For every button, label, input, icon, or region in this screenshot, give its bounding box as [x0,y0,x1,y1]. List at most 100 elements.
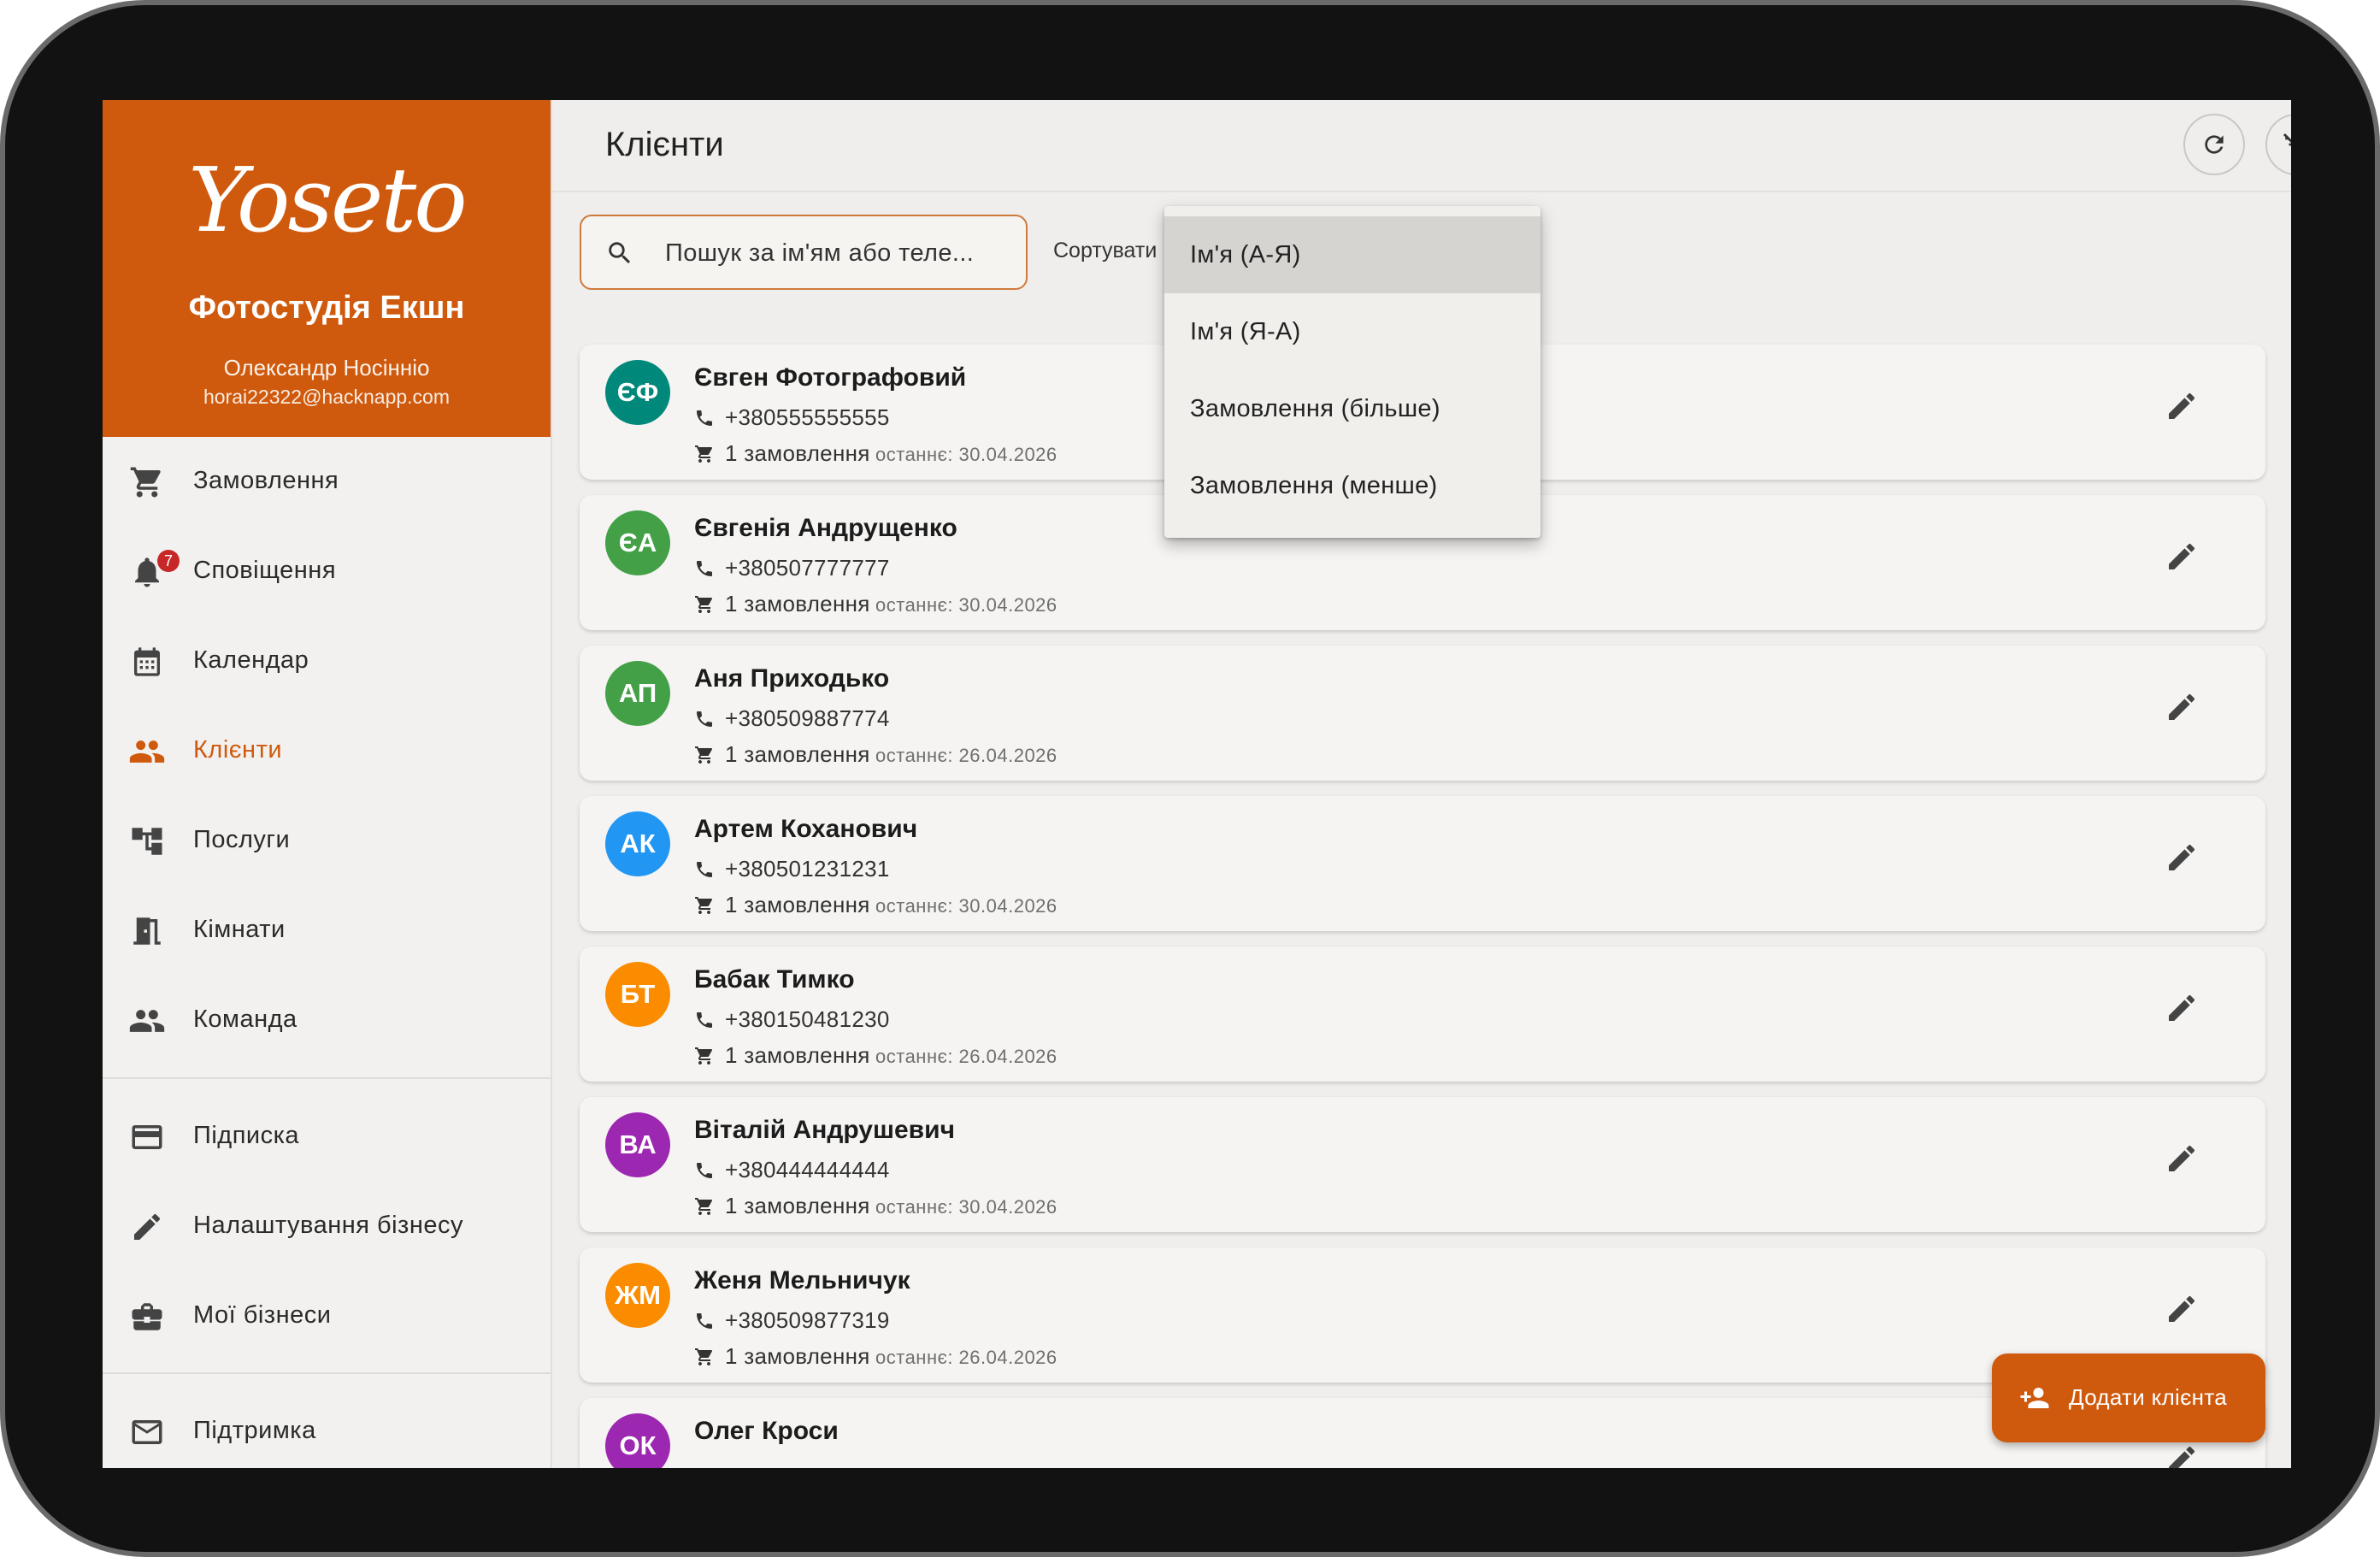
sidebar-item-orders[interactable]: Замовлення [103,446,551,515]
phone-icon [697,1012,712,1028]
sidebar-item-label: Команда [193,1005,298,1033]
client-name: Женя Мельничук [694,1266,910,1295]
filter-off-icon [2283,133,2291,146]
client-card[interactable]: БТ Бабак Тимко +380150481230 1 замовленн… [580,947,2265,1082]
add-client-label: Додати клієнта [2069,1384,2228,1410]
cart-icon [695,1198,713,1215]
client-name: Артем Коханович [694,815,918,843]
client-card[interactable]: ВА Віталій Андрушевич +380444444444 1 за… [580,1097,2265,1232]
sidebar-item-label: Календар [193,646,309,674]
edit-button[interactable] [2158,834,2206,882]
search-icon [609,242,631,264]
sort-option-name-desc[interactable]: Ім'я (Я-А) [1164,293,1541,370]
sidebar-item-calendar[interactable]: Календар [103,626,551,694]
client-orders: 1 замовлення [725,440,870,466]
clear-filters-button[interactable] [2265,114,2291,175]
avatar: ОК [605,1413,670,1468]
client-orders: 1 замовлення [725,1042,870,1068]
sidebar-item-rooms[interactable]: Кімнати [103,895,551,964]
sidebar-item-label: Замовлення [193,466,339,494]
client-last-order: останнє: 26.04.2026 [875,745,1057,766]
client-last-order: останнє: 26.04.2026 [875,1347,1057,1368]
client-last-order: останнє: 30.04.2026 [875,1196,1057,1218]
sidebar-item-team[interactable]: Команда [103,985,551,1053]
avatar: ЖМ [605,1263,670,1328]
studio-name: Фотостудія Екшн [188,290,465,326]
tablet-frame: Yoseto Фотостудія Екшн Олександр Носінні… [0,0,2380,1557]
pencil-icon [128,1208,166,1246]
search-input[interactable] [663,216,1017,290]
edit-icon [2169,1145,2195,1171]
sidebar-item-label: Послуги [193,825,291,853]
refresh-button[interactable] [2183,114,2245,175]
sort-option-label: Ім'я (Я-А) [1190,317,1301,345]
client-phone: +380444444444 [725,1157,890,1182]
client-phone: +380509877319 [725,1307,890,1333]
mail-icon [128,1413,166,1451]
sidebar-item-label: Налаштування бізнесу [193,1211,463,1239]
sort-label[interactable]: Сортувати [1053,239,1157,263]
client-name: Олег Кроси [694,1417,839,1445]
phone-icon [697,862,712,877]
hierarchy-icon [128,823,166,860]
sort-option-name-asc[interactable]: Ім'я (А-Я) [1164,216,1541,293]
edit-icon [2169,844,2195,870]
sort-option-orders-more[interactable]: Замовлення (більше) [1164,370,1541,447]
sidebar-item-notifications[interactable]: 7 Сповіщення [103,536,551,605]
search-box[interactable] [580,215,1028,290]
notification-badge: 7 [157,550,180,572]
sidebar-item-label: Мої бізнеси [193,1300,332,1329]
owner-name: Олександр Носінніо [223,355,430,380]
owner-email: horai22322@hacknapp.com [203,386,451,408]
sort-option-orders-less[interactable]: Замовлення (менше) [1164,447,1541,524]
edit-icon [2169,693,2195,720]
sidebar-item-services[interactable]: Послуги [103,805,551,874]
cart-icon [695,445,713,463]
edit-button[interactable] [2158,1285,2206,1333]
client-card[interactable]: АП Аня Приходько +380509887774 1 замовле… [580,646,2265,781]
sidebar-item-subscription[interactable]: Підписка [103,1101,551,1170]
client-last-order: останнє: 26.04.2026 [875,1046,1057,1067]
client-orders: 1 замовлення [725,741,870,767]
sidebar-item-label: Кімнати [193,915,286,943]
client-phone: +380150481230 [725,1006,890,1032]
avatar: БТ [605,962,670,1027]
sidebar-item-label: Підписка [193,1121,300,1149]
app-screen: Yoseto Фотостудія Екшн Олександр Носінні… [103,100,2291,1468]
add-client-button[interactable]: Додати клієнта [1992,1354,2265,1442]
avatar: ВА [605,1112,670,1177]
sidebar-item-support[interactable]: Підтримка [103,1396,551,1465]
client-card[interactable]: АК Артем Коханович +380501231231 1 замов… [580,796,2265,931]
client-name: Євгенія Андрущенко [694,514,957,542]
edit-button[interactable] [2158,683,2206,731]
client-last-order: останнє: 30.04.2026 [875,594,1057,616]
sidebar-divider [103,1372,551,1374]
sidebar-item-label: Підтримка [193,1416,316,1444]
credit-card-icon [128,1118,166,1156]
sidebar-item-my-businesses[interactable]: Мої бізнеси [103,1281,551,1349]
cart-icon [695,596,713,613]
client-last-order: останнє: 30.04.2026 [875,444,1057,465]
edit-button[interactable] [2158,1135,2206,1182]
client-name: Аня Приходько [694,664,890,693]
sort-option-label: Замовлення (більше) [1190,394,1440,422]
avatar: ЄА [605,510,670,575]
client-orders: 1 замовлення [725,1343,870,1369]
calendar-icon [128,643,166,681]
edit-icon [2169,1295,2195,1322]
sidebar-item-business-settings[interactable]: Налаштування бізнесу [103,1191,551,1259]
edit-icon [2169,392,2195,419]
team-icon [128,1002,166,1040]
sidebar-item-label: Сповіщення [193,556,337,584]
door-icon [128,912,166,950]
edit-button[interactable] [2158,984,2206,1032]
phone-icon [697,410,712,426]
sidebar-item-clients[interactable]: Клієнти [103,716,551,784]
edit-button[interactable] [2158,382,2206,430]
client-phone: +380555555555 [725,404,890,430]
refresh-icon [2205,135,2224,154]
edit-button[interactable] [2158,533,2206,581]
person-add-icon [2020,1388,2049,1408]
sidebar-divider [103,1077,551,1079]
client-phone: +380501231231 [725,856,890,882]
